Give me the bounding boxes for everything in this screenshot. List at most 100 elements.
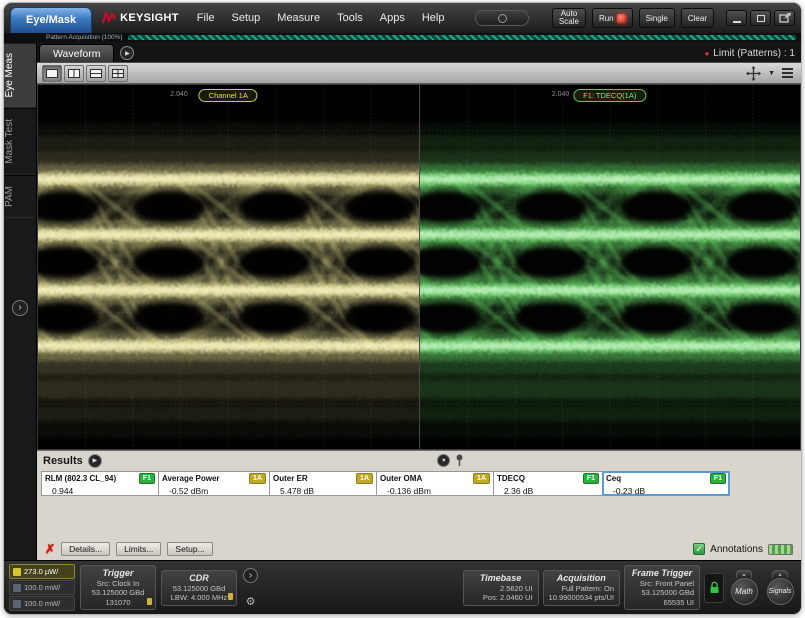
menu-apps[interactable]: Apps <box>372 9 413 27</box>
touch-circle-icon <box>498 14 507 23</box>
source-badge: 1A <box>473 473 490 484</box>
details-button[interactable]: Details... <box>61 542 110 556</box>
pane-scale-readout-right: 2.040 <box>552 91 570 98</box>
measurement-cell-outer-oma[interactable]: Outer OMA 1A -0.136 dBm <box>376 471 494 496</box>
frame-trigger-source: Src: Front Panel <box>630 579 694 589</box>
single-button[interactable]: Single <box>639 8 675 28</box>
run-button[interactable]: Run <box>592 8 633 28</box>
measurement-cell-rlm[interactable]: RLM (802.3 CL_94)F1 0.944 <box>41 471 159 496</box>
maximize-button[interactable] <box>750 10 771 26</box>
status-bar: 273.0 µW/ 100.0 mW/ 100.0 mW/ Trigger Sr… <box>4 560 801 614</box>
measurement-name: Ceq <box>606 474 621 483</box>
menu-setup[interactable]: Setup <box>224 9 269 27</box>
math-up-button[interactable]: ▲ <box>736 570 753 578</box>
measurement-cell-outer-er[interactable]: Outer ER1A 5.478 dB <box>269 471 377 496</box>
channel-1a-color-icon <box>13 568 21 576</box>
frame-trigger-panel-title: Frame Trigger <box>630 567 694 579</box>
math-button[interactable]: Math <box>731 578 758 605</box>
toolbar-menu-button[interactable] <box>782 68 793 78</box>
annotations-checkbox[interactable]: ✓ <box>693 543 705 555</box>
measurement-cell-tdecq[interactable]: TDECQF1 2.36 dB <box>493 471 603 496</box>
measurement-name: Outer OMA <box>380 474 422 483</box>
layout-quad-icon <box>112 69 124 78</box>
results-title: Results <box>43 455 83 467</box>
measurement-value: -0.136 dBm <box>380 484 490 496</box>
menu-file[interactable]: File <box>189 9 223 27</box>
menu-tools[interactable]: Tools <box>329 9 371 27</box>
setup-button[interactable]: Setup... <box>167 542 212 556</box>
app-window: Eye/Mask KEYSIGHT File Setup Measure Too… <box>3 2 802 615</box>
results-play-button[interactable]: ▶ <box>88 454 102 468</box>
measurement-cell-ceq[interactable]: CeqF1 -0.23 dB <box>602 471 730 496</box>
toolbar-dropdown-button[interactable]: ▼ <box>768 70 775 77</box>
layout-single-icon <box>46 69 58 78</box>
menu-help[interactable]: Help <box>414 9 453 27</box>
run-label: Run <box>599 14 614 23</box>
trigger-key-icon <box>147 598 152 605</box>
source-badge: 1A <box>356 473 373 484</box>
annotations-indicator <box>768 544 793 555</box>
results-footer: ✗ Details... Limits... Setup... ✓ Annota… <box>37 541 801 560</box>
acquisition-panel[interactable]: Acquisition Full Pattern: On 10.99000534… <box>543 570 620 606</box>
keysight-spark-icon <box>102 12 116 24</box>
left-sidebar: Eye Meas Mask Test PAM › <box>4 42 37 560</box>
eye-diagram-tdecq-f1 <box>420 85 801 449</box>
measurement-name: TDECQ <box>497 474 525 483</box>
touch-screen-button[interactable] <box>475 10 529 26</box>
sidebar-expand-button[interactable]: › <box>12 300 28 316</box>
menu-measure[interactable]: Measure <box>269 9 328 27</box>
channel-scale-2[interactable]: 100.0 mW/ <box>9 580 75 595</box>
waveform-pane-channel-1a[interactable]: 2.040 Channel 1A <box>38 85 419 449</box>
channel-scale-1a[interactable]: 273.0 µW/ <box>9 564 75 579</box>
frame-trigger-panel[interactable]: Frame Trigger Src: Front Panel 53.125000… <box>624 565 700 611</box>
run-status-light <box>617 14 626 23</box>
timebase-panel[interactable]: Timebase 2.5620 UI Pos: 2.0460 UI <box>463 570 539 606</box>
center-crosshair-button[interactable] <box>746 66 761 81</box>
source-badge: F1 <box>583 473 599 484</box>
auto-scale-button[interactable]: Auto Scale <box>552 8 586 28</box>
acquisition-progress-label: Pattern Acquisition (100%) <box>46 34 123 41</box>
signals-up-button[interactable]: ▲ <box>772 570 789 578</box>
clear-button[interactable]: Clear <box>681 8 714 28</box>
measurement-name: RLM (802.3 CL_94) <box>45 474 116 483</box>
layout-single-button[interactable] <box>42 65 62 82</box>
limit-status-label: Limit (Patterns) : 1 <box>713 48 795 59</box>
sidebar-tab-mask-test[interactable]: Mask Test <box>4 108 36 175</box>
trigger-panel[interactable]: Trigger Src: Clock In 53.125000 GBd 1310… <box>80 565 156 611</box>
cdr-rate: 53.125000 GBd <box>167 584 231 594</box>
channel-scale-3[interactable]: 100.0 mW/ <box>9 596 75 611</box>
trigger-panel-title: Trigger <box>86 567 150 579</box>
trigger-rate: 53.125000 GBd <box>86 588 150 598</box>
eye-mask-mode-tab[interactable]: Eye/Mask <box>10 7 92 33</box>
statusbar-expand-button[interactable]: › <box>243 568 258 583</box>
cdr-panel[interactable]: CDR 53.125000 GBd LBW: 4.000 MHz <box>161 570 237 606</box>
sidebar-tab-eye-meas[interactable]: Eye Meas <box>4 42 36 108</box>
trigger-source: Src: Clock In <box>86 579 150 589</box>
layout-quad-button[interactable] <box>108 65 128 82</box>
waveform-pane-tdecq-f1[interactable]: 2.040 F1: TDECQ(1A) <box>419 85 801 449</box>
maximize-icon <box>757 15 765 22</box>
frame-trigger-rate: 53.125000 GBd <box>630 588 694 598</box>
annotations-label: Annotations <box>710 544 763 555</box>
pane-label-tdecq-f1[interactable]: F1: TDECQ(1A) <box>573 89 646 102</box>
channel-scale-value: 273.0 µW/ <box>24 567 58 576</box>
layout-split-vertical-button[interactable] <box>64 65 84 82</box>
limit-status: ● Limit (Patterns) : 1 <box>704 48 795 62</box>
measurement-name: Average Power <box>162 474 220 483</box>
pane-label-channel-1a[interactable]: Channel 1A <box>199 89 258 102</box>
waveform-tab-play-button[interactable]: ▶ <box>120 46 134 60</box>
cdr-settings-gear-icon[interactable]: ⚙ <box>246 595 256 608</box>
sidebar-tab-pam[interactable]: PAM <box>4 175 36 218</box>
results-collapse-button[interactable]: ▼ <box>437 454 450 467</box>
pane-scale-readout-left: 2.040 <box>170 91 188 98</box>
acquisition-pattern-mode: Full Pattern: On <box>549 584 614 594</box>
layout-split-horizontal-button[interactable] <box>86 65 106 82</box>
minimize-button[interactable] <box>726 10 747 26</box>
cdr-loop-bandwidth: LBW: 4.000 MHz <box>167 593 231 603</box>
limits-button[interactable]: Limits... <box>116 542 161 556</box>
measurement-cell-average-power[interactable]: Average Power1A -0.52 dBm <box>158 471 270 496</box>
signals-button[interactable]: Signals <box>767 578 794 605</box>
window-mode-button[interactable] <box>774 10 795 26</box>
results-pin-button[interactable] <box>455 454 464 467</box>
waveform-tab[interactable]: Waveform <box>39 44 114 62</box>
